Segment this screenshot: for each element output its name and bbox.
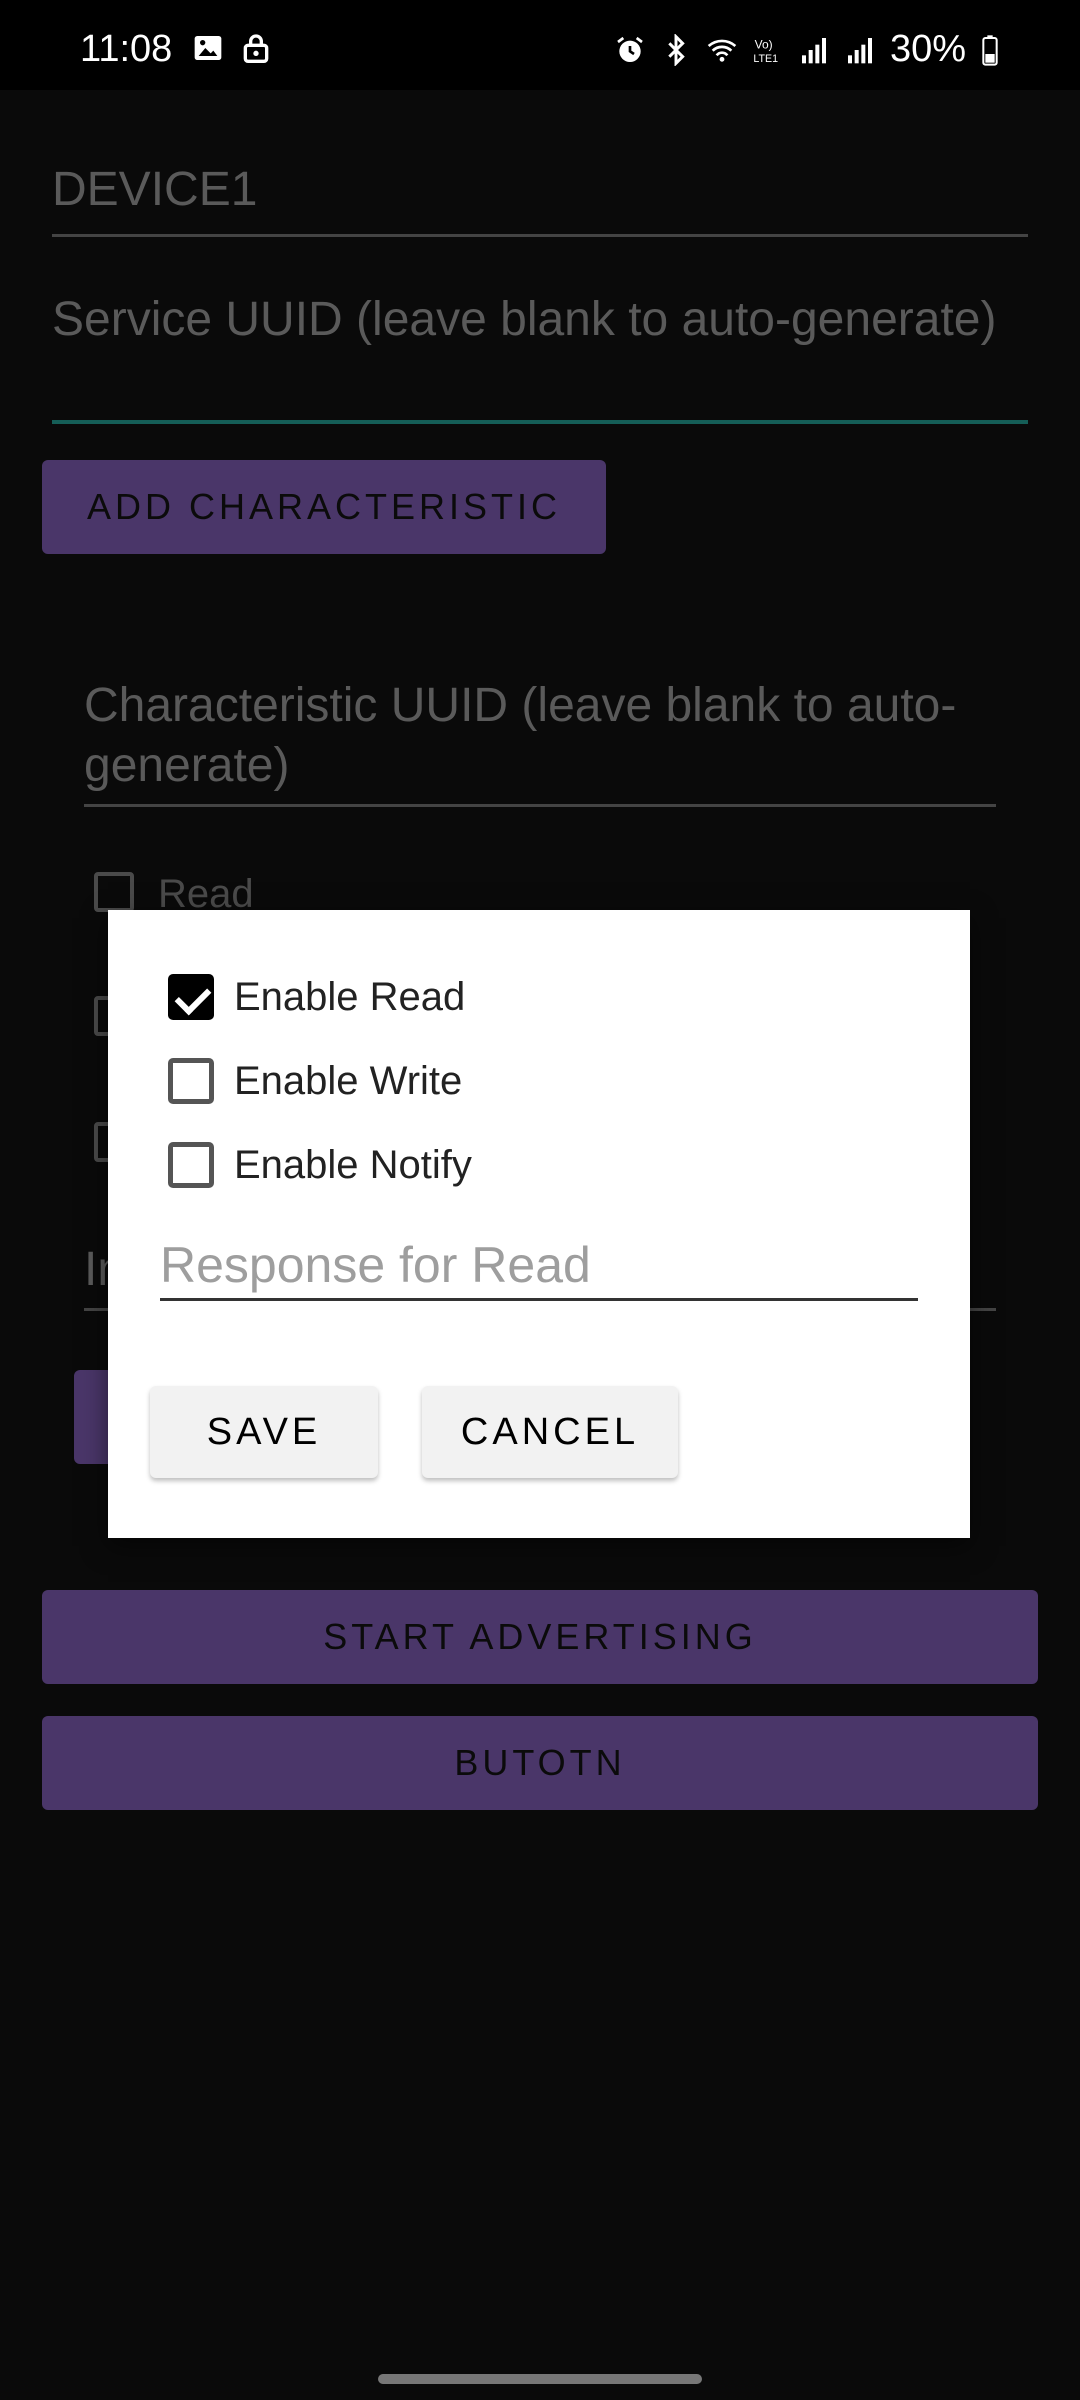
lock-icon	[243, 34, 269, 63]
image-icon	[194, 36, 222, 60]
svg-text:Vo): Vo)	[755, 37, 773, 51]
response-for-read-input[interactable]	[160, 1232, 918, 1301]
enable-notify-option[interactable]: Enable Notify	[168, 1142, 472, 1188]
svg-text:LTE1: LTE1	[753, 53, 778, 65]
bluetooth-icon	[668, 33, 685, 66]
enable-write-option[interactable]: Enable Write	[168, 1058, 462, 1104]
alarm-icon	[617, 36, 643, 62]
enable-write-checkbox[interactable]	[168, 1058, 214, 1104]
enable-read-option[interactable]: Enable Read	[168, 974, 465, 1020]
status-left-icons	[192, 32, 272, 64]
enable-write-label: Enable Write	[234, 1058, 463, 1103]
signal-icon	[847, 37, 872, 63]
enable-notify-label: Enable Notify	[234, 1142, 472, 1187]
gesture-nav-handle[interactable]	[378, 2374, 702, 2384]
status-right-icons: Vo) LTE1 30%	[614, 28, 1000, 71]
status-time: 11:08	[80, 28, 173, 70]
battery-percent: 30%	[889, 28, 966, 70]
enable-read-checkbox[interactable]	[168, 974, 214, 1020]
cancel-button[interactable]: CANCEL	[422, 1386, 678, 1478]
status-bar: 11:08 Vo) LTE1 30%	[0, 0, 1080, 90]
save-button[interactable]: SAVE	[150, 1386, 378, 1478]
battery-icon	[982, 34, 998, 66]
enable-notify-checkbox[interactable]	[168, 1142, 214, 1188]
signal-icon	[801, 37, 826, 63]
wifi-icon	[707, 39, 737, 62]
volte-icon: Vo) LTE1	[753, 37, 778, 65]
characteristic-dialog: Enable Read Enable Write Enable Notify S…	[108, 910, 970, 1538]
enable-read-label: Enable Read	[234, 974, 466, 1019]
save-button-label: SAVE	[206, 1411, 322, 1453]
cancel-button-label: CANCEL	[460, 1411, 640, 1453]
